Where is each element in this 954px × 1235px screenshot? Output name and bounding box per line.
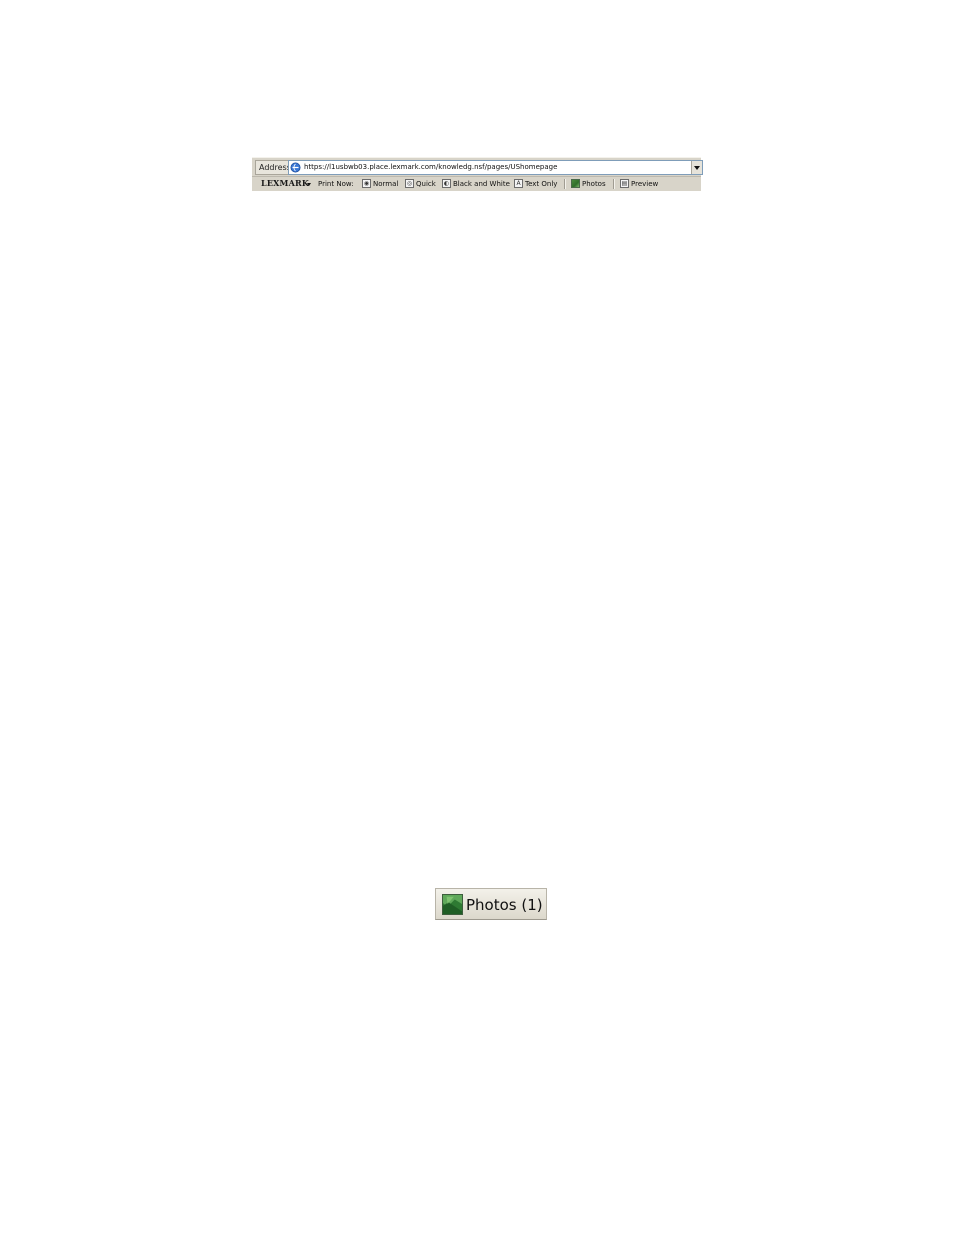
- print-normal-button[interactable]: Normal: [373, 178, 398, 190]
- quick-print-icon[interactable]: ◎: [405, 179, 414, 188]
- normal-print-icon[interactable]: ◉: [362, 179, 371, 188]
- ie-page-icon: [290, 162, 301, 173]
- photos-button[interactable]: Photos (1): [435, 888, 547, 920]
- lexmark-toolbar: LEXMARK Print Now: ◉ Normal ◎ Quick ◐ Bl…: [252, 176, 701, 191]
- text-only-print-icon[interactable]: A: [514, 179, 523, 188]
- print-photos-button[interactable]: Photos: [582, 178, 606, 190]
- print-quick-button[interactable]: Quick: [416, 178, 436, 190]
- photo-icon: [442, 894, 463, 915]
- black-white-print-icon[interactable]: ◐: [442, 179, 451, 188]
- toolbar-separator: [613, 179, 615, 189]
- address-dropdown-button[interactable]: [691, 161, 702, 174]
- lexmark-menu-chevron-icon[interactable]: [307, 183, 311, 186]
- browser-toolbar-strip: Address https://l1usbwb03.place.lexmark.…: [252, 157, 703, 191]
- print-preview-button[interactable]: Preview: [631, 178, 658, 190]
- print-now-label: Print Now:: [318, 180, 354, 188]
- address-url: https://l1usbwb03.place.lexmark.com/know…: [304, 163, 558, 171]
- photos-button-label: Photos (1): [466, 896, 543, 914]
- preview-icon[interactable]: ▤: [620, 179, 629, 188]
- address-bar: Address https://l1usbwb03.place.lexmark.…: [252, 159, 703, 175]
- lexmark-logo[interactable]: LEXMARK: [261, 177, 309, 190]
- print-black-white-button[interactable]: Black and White: [453, 178, 510, 190]
- address-input[interactable]: https://l1usbwb03.place.lexmark.com/know…: [288, 160, 703, 175]
- toolbar-separator: [564, 179, 566, 189]
- photo-icon[interactable]: [571, 179, 580, 188]
- print-text-only-button[interactable]: Text Only: [525, 178, 557, 190]
